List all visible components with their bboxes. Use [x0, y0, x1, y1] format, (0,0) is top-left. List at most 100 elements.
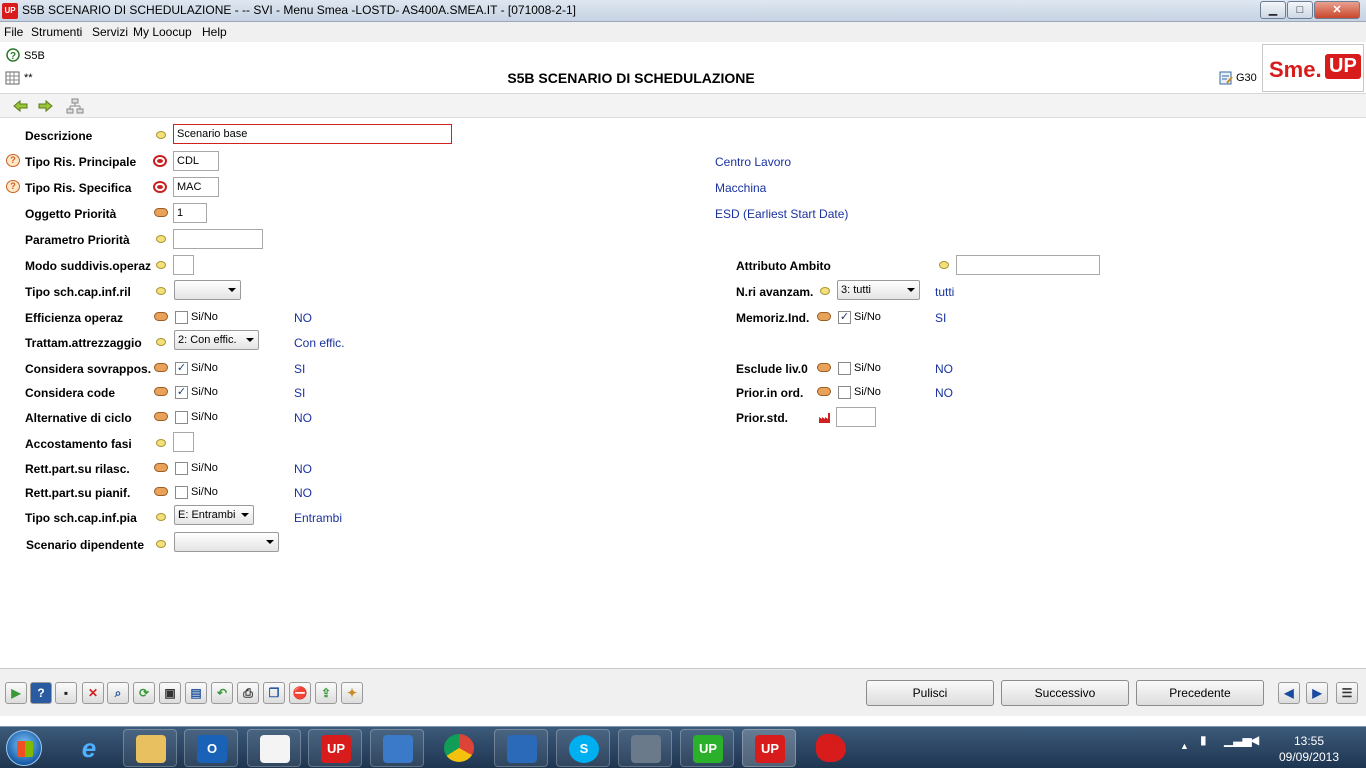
back-arrow-icon[interactable]: [12, 97, 30, 115]
help-icon[interactable]: ?: [30, 682, 52, 704]
search-icon[interactable]: ⌕: [107, 682, 129, 704]
menu-my-loocup[interactable]: My Loocup: [133, 25, 192, 39]
tree-structure-icon[interactable]: [66, 97, 84, 115]
question-bubble-icon[interactable]: ?: [6, 180, 20, 193]
close-button[interactable]: ✕: [1314, 1, 1360, 19]
option-pill-icon: [817, 312, 831, 321]
undo-icon[interactable]: ↶: [211, 682, 233, 704]
considera-sovrappos-checkbox[interactable]: ✓: [175, 362, 188, 375]
minimize-button[interactable]: ▁: [1260, 1, 1286, 19]
tipo-ris-specifica-input[interactable]: MAC: [173, 177, 219, 197]
taskbar-outlook[interactable]: O: [184, 729, 238, 767]
taskbar-up-green[interactable]: UP: [680, 729, 734, 767]
delete-icon[interactable]: ✕: [82, 682, 104, 704]
menu-help[interactable]: Help: [202, 25, 227, 39]
memoriz-ind-label: Memoriz.Ind.: [736, 311, 810, 325]
tipo-sch-cap-inf-ril-select[interactable]: [174, 280, 241, 300]
precedente-button[interactable]: Precedente: [1136, 680, 1264, 706]
menu-servizi[interactable]: Servizi: [92, 25, 128, 39]
list-icon[interactable]: ☰: [1336, 682, 1358, 704]
forward-arrow-icon[interactable]: [36, 97, 54, 115]
tipo-ris-specifica-desc: Macchina: [715, 181, 767, 195]
terminal-icon[interactable]: ▪: [55, 682, 77, 704]
chevron-down-icon: [241, 513, 249, 517]
tipo-ris-principale-label: Tipo Ris. Principale: [25, 155, 137, 169]
svg-text:?: ?: [10, 51, 16, 62]
accostamento-fasi-input[interactable]: [173, 432, 194, 452]
prior-std-input[interactable]: [836, 407, 876, 427]
resource-lookup-icon[interactable]: [153, 155, 167, 167]
edit-note-icon[interactable]: [1218, 70, 1234, 86]
tipo-sch-cap-inf-pia-select[interactable]: E: Entrambi: [174, 505, 254, 525]
nri-avanzam-select[interactable]: 3: tutti: [837, 280, 920, 300]
arrow-left-icon[interactable]: ◀: [1278, 682, 1300, 704]
taskbar-network[interactable]: [618, 729, 672, 767]
alternative-ciclo-label: Alternative di ciclo: [25, 411, 132, 425]
alternative-ciclo-desc: NO: [294, 411, 312, 425]
taskbar-skype[interactable]: S: [556, 729, 610, 767]
parametro-priorita-label: Parametro Priorità: [25, 233, 130, 247]
taskbar-ie[interactable]: e: [62, 729, 116, 767]
export-icon[interactable]: ⇪: [315, 682, 337, 704]
modo-suddivis-input[interactable]: [173, 255, 194, 275]
prior-in-ord-checkbox[interactable]: [838, 386, 851, 399]
tipo-ris-principale-input[interactable]: CDL: [173, 151, 219, 171]
maximize-button[interactable]: □: [1287, 1, 1313, 19]
info-dot-icon: [156, 513, 166, 521]
rett-part-rilasc-check-label: Si/No: [191, 462, 218, 474]
oggetto-priorita-desc: ESD (Earliest Start Date): [715, 207, 849, 221]
esclude-liv0-checkbox[interactable]: [838, 362, 851, 375]
run-icon[interactable]: ▶: [5, 682, 27, 704]
stop-icon[interactable]: ⛔: [289, 682, 311, 704]
magic-wand-icon[interactable]: ✦: [341, 682, 363, 704]
successivo-button[interactable]: Successivo: [1001, 680, 1129, 706]
taskbar-explorer[interactable]: [123, 729, 177, 767]
menu-strumenti[interactable]: Strumenti: [31, 25, 82, 39]
alternative-ciclo-checkbox[interactable]: [175, 411, 188, 424]
rett-part-pianif-desc: NO: [294, 486, 312, 500]
refresh-icon[interactable]: ⟳: [133, 682, 155, 704]
rett-part-pianif-checkbox[interactable]: [175, 486, 188, 499]
info-dot-icon: [156, 287, 166, 295]
taskbar-lync[interactable]: [494, 729, 548, 767]
taskbar-clock[interactable]: 13:55 09/09/2013: [1278, 733, 1340, 765]
pulisci-button[interactable]: Pulisci: [866, 680, 994, 706]
resource-lookup-icon[interactable]: [153, 181, 167, 193]
memoriz-ind-checkbox[interactable]: ✓: [838, 311, 851, 324]
question-bubble-icon[interactable]: ?: [6, 154, 20, 167]
tray-device-icon[interactable]: ▮: [1200, 733, 1207, 747]
parametro-priorita-input[interactable]: [173, 229, 263, 249]
help-question-icon[interactable]: ?: [5, 48, 21, 64]
oggetto-priorita-input[interactable]: 1: [173, 203, 207, 223]
info-dot-icon: [820, 287, 830, 295]
efficienza-operaz-checkbox[interactable]: [175, 311, 188, 324]
save-icon[interactable]: ▣: [159, 682, 181, 704]
taskbar-splash[interactable]: [804, 729, 858, 767]
modo-suddivis-label: Modo suddivis.operaz: [25, 259, 152, 273]
save-as-icon[interactable]: ▤: [185, 682, 207, 704]
option-pill-icon: [817, 363, 831, 372]
tray-expand-icon[interactable]: ▲: [1180, 741, 1189, 751]
taskbar-document[interactable]: [247, 729, 301, 767]
rett-part-pianif-label: Rett.part.su pianif.: [25, 486, 131, 500]
start-button[interactable]: [6, 730, 42, 766]
rett-part-rilasc-checkbox[interactable]: [175, 462, 188, 475]
print-icon[interactable]: ⎙: [237, 682, 259, 704]
trattam-attrezzaggio-select[interactable]: 2: Con effic.: [174, 330, 259, 350]
scenario-dipendente-select[interactable]: [174, 532, 279, 552]
descrizione-input[interactable]: Scenario base: [173, 124, 452, 144]
considera-code-checkbox[interactable]: ✓: [175, 386, 188, 399]
attributo-ambito-input[interactable]: [956, 255, 1100, 275]
taskbar-up-1[interactable]: UP: [308, 729, 362, 767]
tray-volume-icon[interactable]: ◀: [1250, 733, 1259, 747]
menu-file[interactable]: File: [4, 25, 23, 39]
factory-icon[interactable]: [818, 412, 832, 424]
taskbar-up-active[interactable]: UP: [742, 729, 796, 767]
tray-signal-icon[interactable]: ▁▃▅: [1224, 733, 1252, 747]
taskbar-monitor[interactable]: [370, 729, 424, 767]
arrow-right-icon[interactable]: ▶: [1306, 682, 1328, 704]
taskbar-chrome[interactable]: [432, 729, 486, 767]
header-right-code: G30: [1236, 72, 1257, 84]
memoriz-ind-check-label: Si/No: [854, 311, 881, 323]
copy-icon[interactable]: ❐: [263, 682, 285, 704]
